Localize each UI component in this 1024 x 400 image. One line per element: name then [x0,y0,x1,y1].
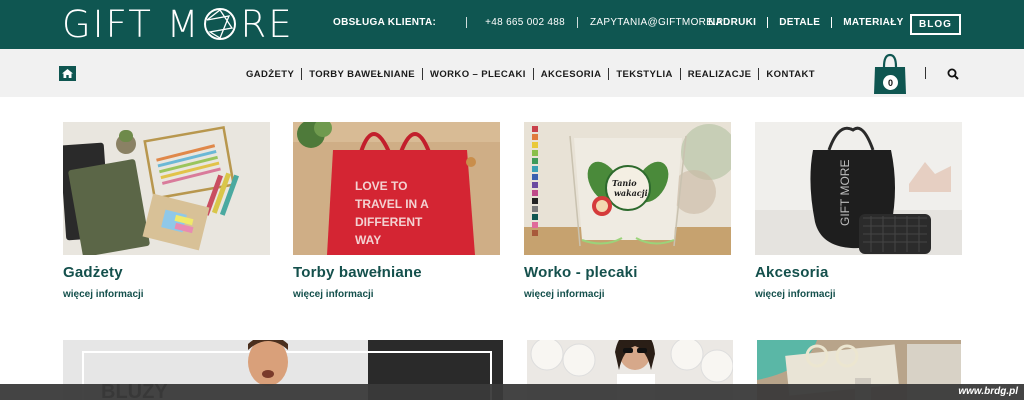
divider [925,67,926,79]
contact-label: OBSŁUGA KLIENTA: [333,17,437,28]
menu-item-akcesoria[interactable]: AKCESORIA [541,69,602,80]
product-image-gadzety[interactable] [63,122,270,255]
divider [758,68,760,80]
watermark: www.brdg.pl [958,386,1018,397]
contact-info: OBSŁUGA KLIENTA: +48 665 002 488 ZAPYTAN… [333,17,729,28]
more-info-link[interactable]: więcej informacji [524,289,732,300]
menu-item-tekstylia[interactable]: TEKSTYLIA [616,69,672,80]
divider [466,17,468,28]
cart-count-badge: 0 [883,75,898,90]
bag-print-line-2: TRAVEL IN A [355,197,429,211]
logo[interactable]: GIFT M RE [62,2,294,46]
bag-print-line-1: LOVE TO [355,179,407,193]
top-nav-detale[interactable]: DETALE [779,17,820,28]
product-title[interactable]: Gadżety [63,264,271,281]
search-icon[interactable] [947,68,959,80]
bag-print-line-4: WAY [355,233,381,247]
footer-strip [0,384,1024,400]
product-card-akcesoria[interactable]: GIFT MORE Akcesoria więcej informacji [755,122,963,300]
phone-link[interactable]: +48 665 002 488 [485,17,565,28]
more-info-link[interactable]: więcej informacji [755,289,963,300]
menu-item-worko[interactable]: WORKO – PLECAKI [430,69,526,80]
menu-item-realizacje[interactable]: REALIZACJE [688,69,752,80]
black-bag-print: GIFT MORE [838,160,852,226]
product-card-gadzety[interactable]: Gadżety więcej informacji [63,122,271,300]
divider [422,68,424,80]
backpack-print: Tanio [612,178,637,188]
cart-button[interactable]: 0 [873,53,907,95]
home-button[interactable] [59,66,76,81]
divider [301,68,303,80]
menu-bar: GADŻETY TORBY BAWEŁNIANE WORKO – PLECAKI… [0,49,1024,97]
home-icon [62,69,73,78]
backpack-print-2: wakacji [614,188,648,198]
product-image-torby[interactable]: LOVE TO TRAVEL IN A DIFFERENT WAY [293,122,500,255]
logo-text-right: RE [240,2,294,46]
divider [576,17,578,28]
product-title[interactable]: Akcesoria [755,264,963,281]
top-nav-nadruki[interactable]: NADRUKI [708,17,756,28]
product-image-akcesoria[interactable]: GIFT MORE [755,122,962,255]
product-image-worko[interactable]: Tanio wakacji [524,122,731,255]
product-title[interactable]: Torby bawełniane [293,264,501,281]
more-info-link[interactable]: więcej informacji [63,289,271,300]
top-nav: NADRUKI DETALE MATERIAŁY [708,17,904,28]
divider [831,17,833,28]
blog-button[interactable]: BLOG [910,14,961,35]
product-card-torby[interactable]: LOVE TO TRAVEL IN A DIFFERENT WAY Torby … [293,122,501,300]
menu-item-kontakt[interactable]: KONTAKT [766,69,815,80]
top-nav-materialy[interactable]: MATERIAŁY [843,17,903,28]
divider [679,68,681,80]
product-title[interactable]: Worko - plecaki [524,264,732,281]
product-card-worko[interactable]: Tanio wakacji Worko - plecaki więcej inf… [524,122,732,300]
bag-print-line-3: DIFFERENT [355,215,423,229]
divider [767,17,769,28]
divider [608,68,610,80]
divider [532,68,534,80]
menu-item-gadzety[interactable]: GADŻETY [246,69,294,80]
more-info-link[interactable]: więcej informacji [293,289,501,300]
logo-text-left: GIFT M [62,2,201,46]
main-menu: GADŻETY TORBY BAWEŁNIANE WORKO – PLECAKI… [246,68,815,80]
menu-item-torby[interactable]: TORBY BAWEŁNIANE [309,69,415,80]
logo-globe-icon [201,6,241,42]
top-bar: GIFT M RE OBSŁUGA KLIENTA: +48 665 002 4… [0,0,1024,49]
